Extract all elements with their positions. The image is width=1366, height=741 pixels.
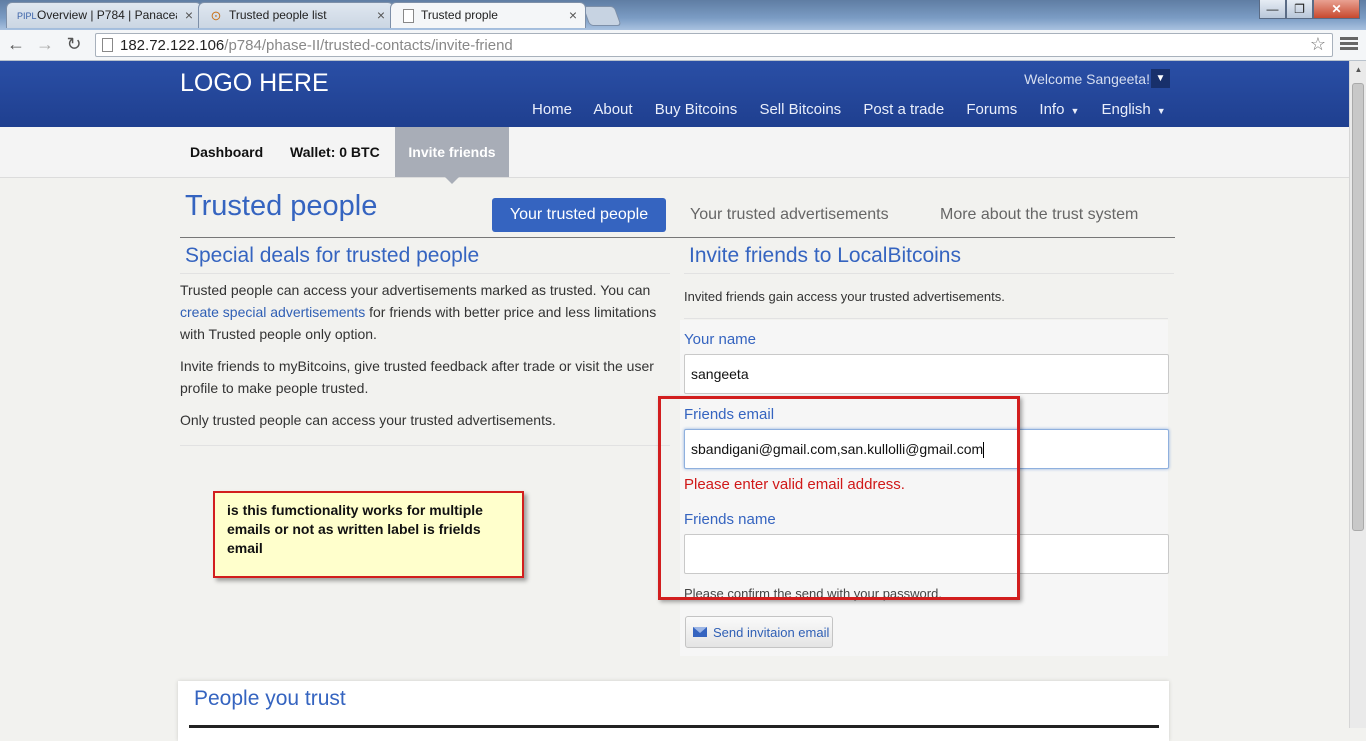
subnav-wallet[interactable]: Wallet: 0 BTC bbox=[290, 144, 380, 160]
special-deals-paragraph-3: Only trusted people can access your trus… bbox=[180, 412, 556, 428]
invite-intro: Invited friends gain access your trusted… bbox=[684, 289, 1005, 304]
subnav-invite-friends[interactable]: Invite friends bbox=[395, 127, 509, 177]
nav-about[interactable]: About bbox=[593, 101, 632, 118]
page-favicon-icon bbox=[403, 9, 414, 23]
browser-tab-trusted-prople[interactable]: Trusted prople × bbox=[390, 2, 586, 28]
tab-your-trusted-people[interactable]: Your trusted people bbox=[492, 198, 666, 232]
welcome-text[interactable]: Welcome Sangeeta! bbox=[1024, 71, 1150, 87]
tab-more-about-trust[interactable]: More about the trust system bbox=[940, 206, 1138, 224]
people-you-trust-card: People you trust bbox=[178, 681, 1169, 741]
tab-title: Trusted prople bbox=[421, 8, 498, 22]
people-you-trust-heading: People you trust bbox=[194, 687, 346, 710]
divider bbox=[684, 318, 1168, 319]
nav-forums[interactable]: Forums bbox=[966, 101, 1017, 118]
nav-english[interactable]: English ▼ bbox=[1102, 101, 1166, 118]
send-invitation-button[interactable]: Send invitaion email bbox=[685, 616, 833, 648]
your-name-field[interactable]: sangeeta bbox=[684, 354, 1169, 394]
new-tab-button[interactable] bbox=[582, 6, 622, 26]
browser-tab-overview[interactable]: PIPL Overview | P784 | Panacea × bbox=[6, 2, 202, 28]
chevron-down-icon[interactable]: ▼ bbox=[1151, 69, 1170, 88]
nav-post-trade[interactable]: Post a trade bbox=[863, 101, 944, 118]
bookmark-star-icon[interactable]: ☆ bbox=[1310, 34, 1326, 55]
browser-toolbar: ← → ↻ 182.72.122.106/p784/phase-II/trust… bbox=[0, 30, 1366, 61]
back-arrow-icon[interactable]: ← bbox=[5, 33, 27, 55]
nav-sell-bitcoins[interactable]: Sell Bitcoins bbox=[759, 101, 841, 118]
site-logo[interactable]: LOGO HERE bbox=[180, 69, 329, 98]
sub-nav: Dashboard Wallet: 0 BTC Invite friends bbox=[0, 127, 1349, 184]
minimize-button[interactable]: — bbox=[1259, 0, 1286, 19]
nav-home[interactable]: Home bbox=[532, 101, 572, 118]
close-icon[interactable]: × bbox=[377, 7, 385, 23]
page-title: Trusted people bbox=[185, 190, 378, 222]
special-deals-paragraph-1: Trusted people can access your advertise… bbox=[180, 282, 657, 342]
chevron-down-icon: ▼ bbox=[1070, 106, 1080, 116]
browser-menu-icon[interactable] bbox=[1340, 35, 1358, 53]
site-header: LOGO HERE Welcome Sangeeta! ▼ Home About… bbox=[0, 61, 1349, 127]
special-deals-paragraph-2: Invite friends to myBitcoins, give trust… bbox=[180, 358, 654, 396]
page-icon bbox=[102, 38, 113, 52]
restore-button[interactable]: ❐ bbox=[1286, 0, 1313, 19]
browser-tabstrip: PIPL Overview | P784 | Panacea × ⊙ Trust… bbox=[0, 0, 1366, 30]
nav-info[interactable]: Info ▼ bbox=[1039, 101, 1079, 118]
url-text: 182.72.122.106/p784/phase-II/trusted-con… bbox=[120, 37, 513, 54]
tab-your-trusted-advertisements[interactable]: Your trusted advertisements bbox=[690, 206, 889, 224]
pipl-favicon-icon: PIPL bbox=[17, 11, 37, 21]
browser-tab-trusted-people-list[interactable]: ⊙ Trusted people list × bbox=[198, 2, 394, 28]
nav-buy-bitcoins[interactable]: Buy Bitcoins bbox=[655, 101, 738, 118]
mail-icon bbox=[693, 627, 707, 637]
page-scrollbar[interactable]: ▲ bbox=[1349, 61, 1366, 728]
subnav-dashboard[interactable]: Dashboard bbox=[190, 144, 263, 160]
tab-title: Overview | P784 | Panacea bbox=[37, 8, 177, 22]
invite-friends-heading: Invite friends to LocalBitcoins bbox=[689, 244, 961, 267]
divider bbox=[180, 237, 1175, 238]
app-favicon-icon: ⊙ bbox=[210, 8, 222, 23]
divider bbox=[180, 445, 670, 446]
close-icon[interactable]: × bbox=[569, 7, 577, 23]
create-special-ads-link[interactable]: create special advertisements bbox=[180, 304, 365, 320]
forward-arrow-icon[interactable]: → bbox=[34, 33, 56, 55]
divider bbox=[180, 273, 670, 274]
highlight-box bbox=[658, 396, 1020, 600]
divider bbox=[684, 273, 1174, 274]
chevron-down-icon: ▼ bbox=[1156, 106, 1166, 116]
window-close-button[interactable]: ✕ bbox=[1313, 0, 1360, 19]
close-icon[interactable]: × bbox=[185, 7, 193, 23]
address-bar[interactable]: 182.72.122.106/p784/phase-II/trusted-con… bbox=[95, 33, 1333, 57]
tab-title: Trusted people list bbox=[229, 8, 327, 22]
your-name-label: Your name bbox=[684, 331, 756, 348]
annotation-note: is this fumctionality works for multiple… bbox=[213, 491, 524, 578]
active-pointer bbox=[445, 177, 459, 184]
main-nav: Home About Buy Bitcoins Sell Bitcoins Po… bbox=[532, 101, 1184, 118]
scrollbar-thumb[interactable] bbox=[1352, 83, 1364, 531]
scroll-up-arrow-icon[interactable]: ▲ bbox=[1350, 61, 1366, 78]
special-deals-heading: Special deals for trusted people bbox=[185, 244, 480, 267]
reload-icon[interactable]: ↻ bbox=[63, 33, 85, 55]
